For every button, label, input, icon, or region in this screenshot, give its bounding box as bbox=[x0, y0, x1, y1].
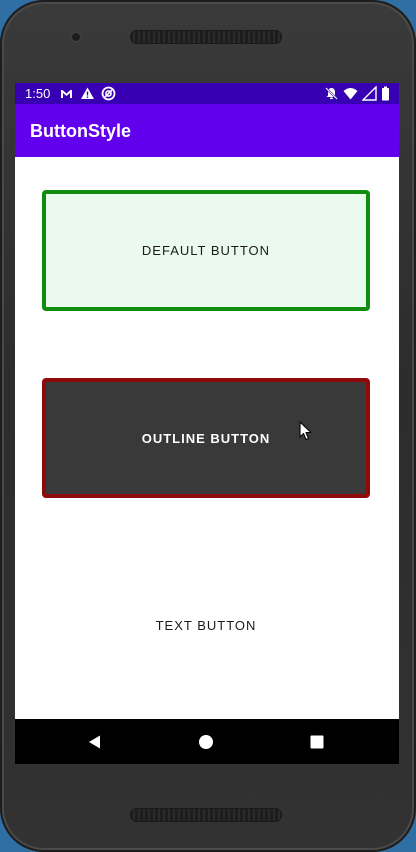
status-notification-icons bbox=[59, 86, 116, 101]
battery-icon bbox=[381, 86, 390, 101]
navigation-bar bbox=[15, 719, 399, 764]
text-button[interactable]: TEXT BUTTON bbox=[119, 605, 293, 645]
main-content: DEFAULT BUTTON OUTLINE BUTTON TEXT BUTTO… bbox=[15, 157, 399, 719]
default-button-label: DEFAULT BUTTON bbox=[141, 243, 271, 258]
phone-frame: 1:50 ButtonStyle DEFAULT BUTTON OUTLINE … bbox=[0, 0, 416, 852]
app-bar: ButtonStyle bbox=[15, 104, 399, 157]
device-screen: 1:50 ButtonStyle DEFAULT BUTTON OUTLINE … bbox=[15, 83, 399, 764]
recents-button[interactable] bbox=[307, 732, 327, 752]
home-button[interactable] bbox=[196, 732, 216, 752]
outline-button-label: OUTLINE BUTTON bbox=[141, 430, 271, 446]
status-bar: 1:50 bbox=[15, 83, 399, 104]
back-button[interactable] bbox=[85, 732, 105, 752]
home-icon bbox=[199, 735, 213, 749]
bottom-speaker-grille bbox=[130, 808, 282, 822]
top-speaker-grille bbox=[130, 30, 282, 44]
outline-button[interactable]: OUTLINE BUTTON bbox=[42, 378, 370, 498]
app-title: ButtonStyle bbox=[30, 121, 131, 141]
mouse-pointer-icon bbox=[299, 421, 313, 441]
recents-icon bbox=[310, 735, 324, 749]
signal-icon bbox=[361, 85, 377, 101]
back-icon bbox=[89, 735, 100, 749]
front-camera bbox=[72, 33, 80, 41]
text-button-label: TEXT BUTTON bbox=[155, 617, 257, 633]
status-system-icons bbox=[324, 85, 390, 101]
status-time: 1:50 bbox=[25, 86, 51, 101]
gmail-icon bbox=[59, 86, 74, 101]
warning-icon bbox=[80, 86, 95, 101]
wifi-icon bbox=[343, 86, 358, 101]
default-button[interactable]: DEFAULT BUTTON bbox=[42, 190, 370, 311]
mute-icon bbox=[324, 86, 339, 101]
sync-icon bbox=[101, 86, 116, 101]
